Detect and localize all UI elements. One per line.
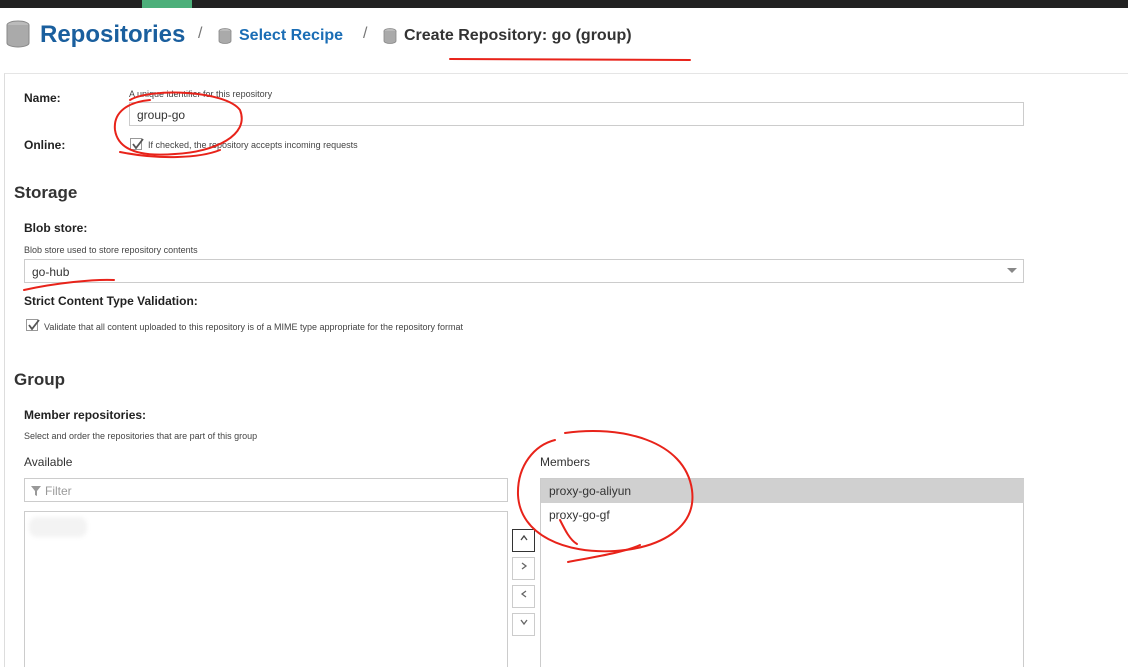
add-member-button[interactable] [512,557,535,580]
chevron-down-icon[interactable] [1007,268,1017,273]
strict-validation-checkbox[interactable] [26,319,40,331]
active-tab-indicator [142,0,192,8]
breadcrumb: Repositories / Select Recipe / Create Re… [0,8,1128,64]
breadcrumb-select-recipe[interactable]: Select Recipe [239,27,343,45]
filter-placeholder: Filter [45,484,72,498]
members-list[interactable]: proxy-go-aliyun proxy-go-gf [540,478,1024,667]
breadcrumb-current: Create Repository: go (group) [404,27,632,44]
filter-icon [31,485,41,496]
online-label: Online: [24,138,66,152]
available-list[interactable] [24,511,508,667]
database-icon [383,28,397,49]
chevron-down-icon [519,619,528,626]
storage-section-title: Storage [14,183,78,202]
group-section-title: Group [14,370,65,389]
top-bar [0,0,1128,8]
name-help: A unique identifier for this repository [129,89,273,99]
name-label: Name: [24,91,61,105]
blob-store-help: Blob store used to store repository cont… [24,245,198,255]
name-input[interactable]: group-go [129,102,1024,126]
breadcrumb-separator: / [363,25,368,42]
move-down-button[interactable] [512,613,535,636]
blob-store-label: Blob store: [24,221,88,235]
breadcrumb-repositories[interactable]: Repositories [40,21,185,49]
online-help: If checked, the repository accepts incom… [148,140,358,150]
database-icon [218,28,232,49]
database-icon [6,20,30,55]
chevron-left-icon [520,590,526,598]
strict-validation-help: Validate that all content uploaded to th… [44,322,464,332]
list-item[interactable]: proxy-go-aliyun [541,479,1024,503]
move-up-button[interactable] [512,529,535,552]
breadcrumb-separator: / [198,25,203,42]
chevron-up-icon [519,534,528,541]
strict-validation-label: Strict Content Type Validation: [24,294,198,308]
available-title: Available [24,455,73,469]
member-repositories-label: Member repositories: [24,408,147,422]
list-item-redacted[interactable] [29,517,87,537]
chevron-right-icon [521,562,527,570]
member-repositories-help: Select and order the repositories that a… [24,431,258,441]
filter-input[interactable]: Filter [24,478,508,502]
remove-member-button[interactable] [512,585,535,608]
blob-store-select[interactable]: go-hub [24,259,1024,283]
members-title: Members [540,455,591,469]
list-item[interactable]: proxy-go-gf [541,503,1024,527]
online-checkbox[interactable] [130,138,144,150]
